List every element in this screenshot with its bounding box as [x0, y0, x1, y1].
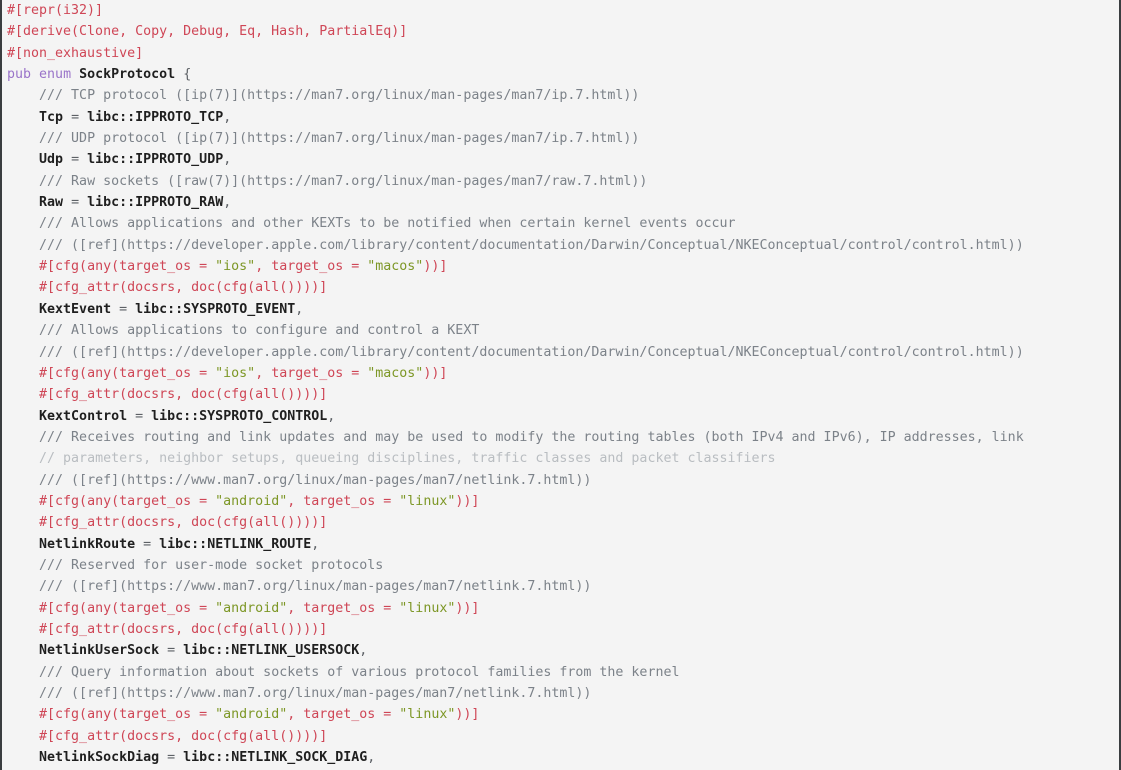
code-line: #[cfg(any(target_os = "android", target_…	[39, 600, 480, 616]
code-line: /// Receives routing and link updates an…	[39, 429, 1024, 445]
code-line: /// ([ref](https://www.man7.org/linux/ma…	[39, 686, 592, 701]
code-line: #[cfg_attr(docsrs, doc(cfg(all())))]	[39, 515, 328, 531]
code-line: NetlinkUserSock = libc::NETLINK_USERSOCK…	[39, 643, 368, 659]
code-line: #[derive(Clone, Copy, Debug, Eq, Hash, P…	[7, 24, 408, 40]
code-line: /// Reserved for user-mode socket protoc…	[39, 557, 384, 573]
code-line: #[cfg_attr(docsrs, doc(cfg(all())))]	[39, 387, 328, 403]
code-line: #[cfg(any(target_os = "ios", target_os =…	[39, 259, 448, 275]
code-line: #[cfg(any(target_os = "ios", target_os =…	[39, 365, 448, 381]
code-line: /// Raw sockets ([raw(7)](https://man7.o…	[39, 173, 648, 189]
code-line: /// TCP protocol ([ip(7)](https://man7.o…	[39, 88, 640, 104]
code-line: /// UDP protocol ([ip(7)](https://man7.o…	[39, 131, 640, 147]
code-line: #[cfg(any(target_os = "android", target_…	[39, 493, 480, 509]
code-line: /// ([ref](https://developer.apple.com/l…	[39, 237, 1024, 253]
code-line: NetlinkRoute = libc::NETLINK_ROUTE,	[39, 536, 320, 552]
code-line: /// ([ref](https://developer.apple.com/l…	[39, 344, 1024, 360]
code-viewer[interactable]: #[repr(i32)] #[derive(Clone, Copy, Debug,…	[0, 0, 1121, 770]
code-line: KextControl = libc::SYSPROTO_CONTROL,	[39, 408, 336, 424]
code-line: Tcp = libc::IPPROTO_TCP,	[39, 109, 232, 125]
code-line: pub enum SockProtocol {	[7, 67, 192, 83]
code-line: NetlinkSockDiag = libc::NETLINK_SOCK_DIA…	[39, 750, 376, 766]
code-line: #[non_exhaustive]	[7, 45, 144, 61]
code-line: /// Query information about sockets of v…	[39, 664, 680, 680]
code-line: /// Allows applications to configure and…	[39, 323, 480, 339]
code-line: // parameters, neighbor setups, queueing…	[39, 451, 776, 467]
code-line: #[cfg_attr(docsrs, doc(cfg(all())))]	[39, 280, 328, 296]
code-line: #[repr(i32)]	[7, 3, 104, 18]
code-line: Udp = libc::IPPROTO_UDP,	[39, 152, 232, 168]
code-line: #[cfg_attr(docsrs, doc(cfg(all())))]	[39, 621, 328, 637]
code-line: #[cfg_attr(docsrs, doc(cfg(all())))]	[39, 728, 328, 744]
source-code-block[interactable]: #[repr(i32)] #[derive(Clone, Copy, Debug,…	[2, 0, 1111, 768]
code-line: KextEvent = libc::SYSPROTO_EVENT,	[39, 301, 304, 317]
code-line: /// ([ref](https://www.man7.org/linux/ma…	[39, 579, 592, 595]
code-line: #[cfg(any(target_os = "android", target_…	[39, 707, 480, 723]
code-line: Raw = libc::IPPROTO_RAW,	[39, 195, 232, 211]
code-line: /// Allows applications and other KEXTs …	[39, 216, 736, 232]
code-line: /// ([ref](https://www.man7.org/linux/ma…	[39, 472, 592, 488]
